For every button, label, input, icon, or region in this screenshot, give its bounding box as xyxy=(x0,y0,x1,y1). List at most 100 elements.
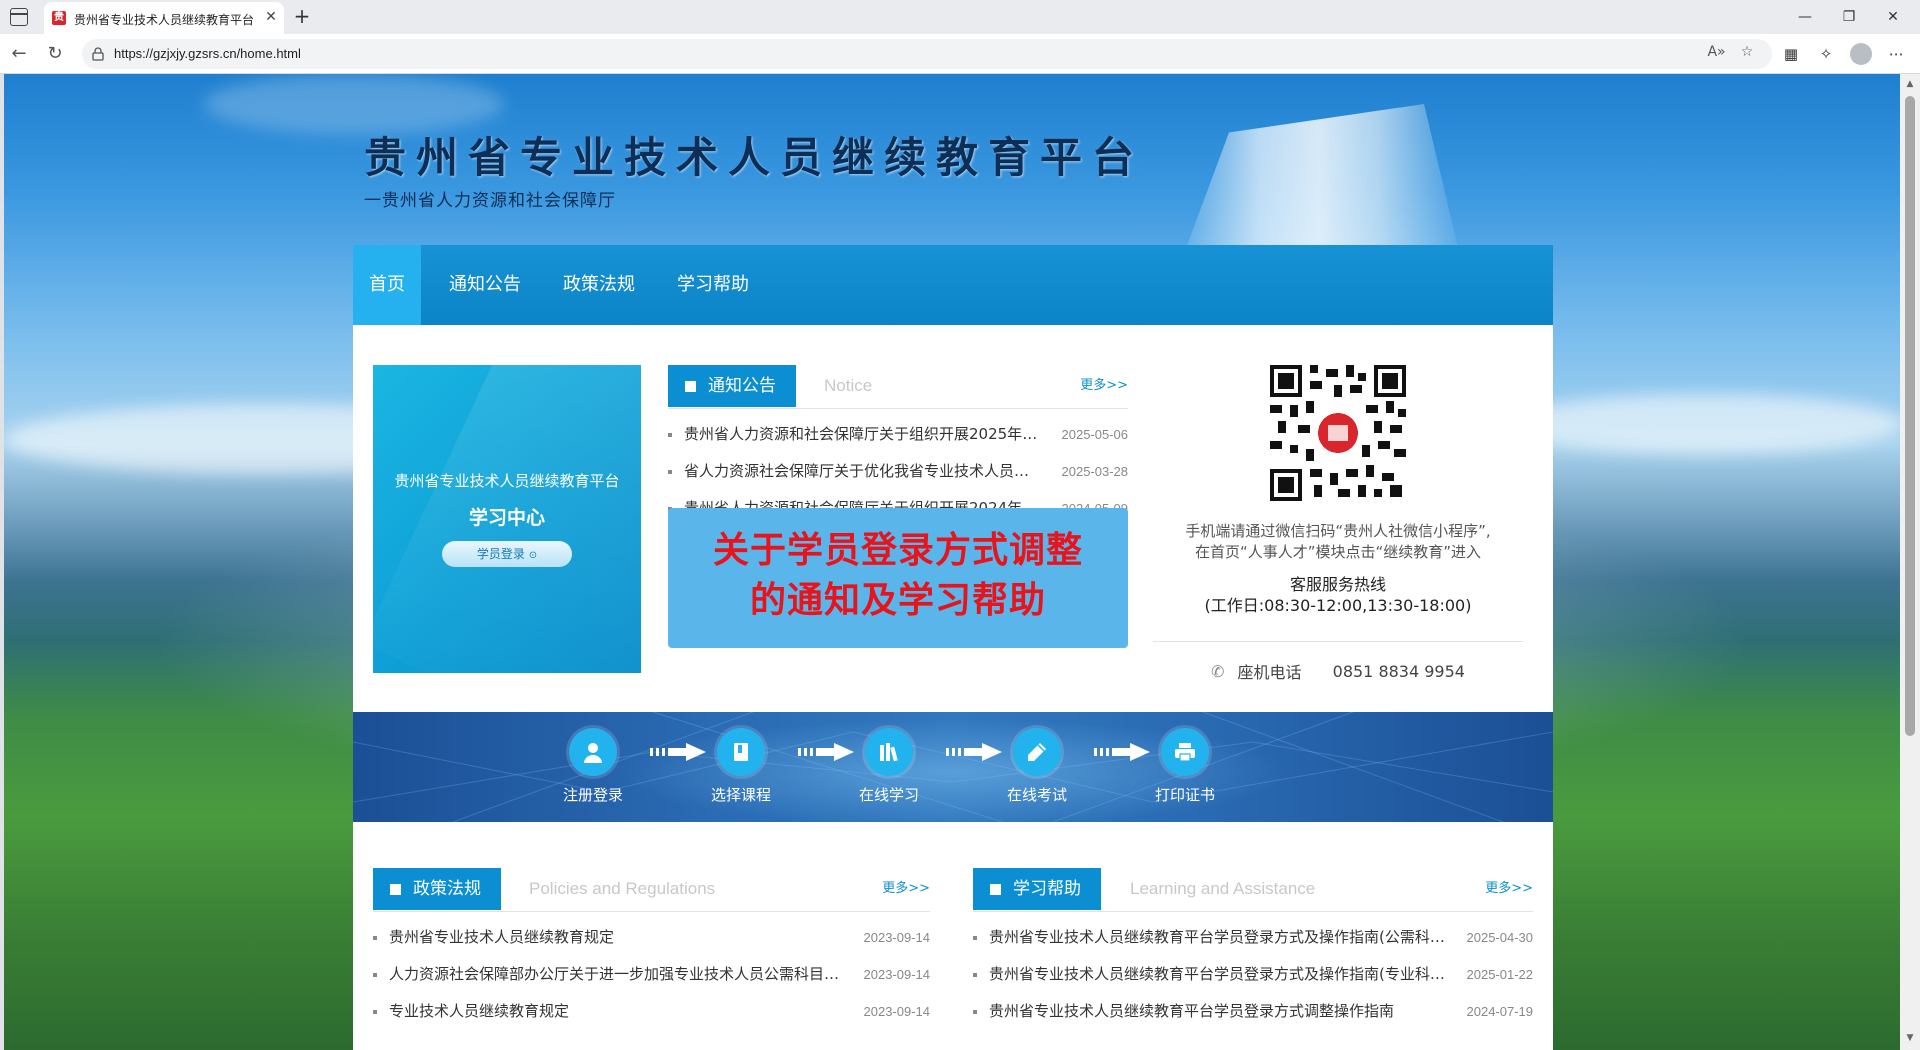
news-title[interactable]: 贵州省专业技术人员继续教育平台学员登录方式调整操作指南 xyxy=(989,993,1447,1030)
policy-english-label: Policies and Regulations xyxy=(529,879,716,898)
nav-help[interactable]: 学习帮助 xyxy=(665,245,761,325)
help-english-label: Learning and Assistance xyxy=(1130,879,1316,898)
url-text: https://gzjxjy.gzsrs.cn/home.html xyxy=(114,46,301,61)
banner-line-1: 关于学员登录方式调整 xyxy=(712,530,1083,571)
step-print-certificate[interactable]: 打印证书 xyxy=(1135,728,1235,805)
hotline-title: 客服服务热线 xyxy=(1289,575,1386,594)
page-scrollbar[interactable]: ▲ ▼ xyxy=(1900,74,1920,1050)
new-tab-icon[interactable]: + xyxy=(290,4,314,28)
restore-icon[interactable]: ❐ xyxy=(1834,6,1864,28)
address-bar: ← ↻ https://gzjxjy.gzsrs.cn/home.html A»… xyxy=(0,34,1920,74)
tab-title: 贵州省专业技术人员继续教育平台 xyxy=(74,13,254,27)
list-item[interactable]: 省人力资源社会保障厅关于优化我省专业技术人员继续教育公需科目学习的通知 2025… xyxy=(668,453,1128,490)
news-title[interactable]: 省人力资源社会保障厅关于优化我省专业技术人员继续教育公需科目学习的通知 xyxy=(684,453,1039,490)
notice-tab[interactable]: 通知公告 xyxy=(668,365,796,407)
news-title[interactable]: 贵州省专业技术人员继续教育规定 xyxy=(389,919,844,956)
student-login-label: 学员登录 xyxy=(476,547,525,561)
main-content: 贵州省专业技术人员继续教育平台 学习中心 学员登录 ⊙ 通知公告 Notice … xyxy=(353,325,1553,1050)
learning-center-card[interactable]: 贵州省专业技术人员继续教育平台 学习中心 学员登录 ⊙ xyxy=(373,365,641,673)
step-label: 打印证书 xyxy=(1154,786,1215,804)
sidebar-toggle-icon[interactable] xyxy=(10,8,28,26)
step-label: 在线考试 xyxy=(1006,786,1067,804)
divider xyxy=(1153,641,1523,642)
list-item[interactable]: 贵州省专业技术人员继续教育规定 2023-09-14 xyxy=(373,919,930,956)
hotline-hours: (工作日:08:30-12:00,13:30-18:00) xyxy=(1204,596,1472,615)
browser-tab[interactable]: 贵 贵州省专业技术人员继续教育平台 ✕ xyxy=(44,2,284,34)
help-header: 学习帮助 Learning and Assistance 更多>> xyxy=(973,868,1533,912)
profile-avatar[interactable] xyxy=(1850,43,1873,65)
collections-icon[interactable]: ▦ xyxy=(1776,42,1806,66)
window-close-icon[interactable]: ✕ xyxy=(1878,6,1908,28)
step-online-exam[interactable]: 在线考试 xyxy=(987,728,1087,805)
news-title[interactable]: 人力资源社会保障部办公厅关于进一步加强专业技术人员公需科目继续教育的通知 xyxy=(389,956,844,993)
list-item[interactable]: 贵州省人力资源和社会保障厅关于组织开展2025年度专业技术人员继续教育公需科目学… xyxy=(668,416,1128,453)
books-icon xyxy=(880,743,898,762)
nav-home[interactable]: 首页 xyxy=(353,245,421,325)
help-tab[interactable]: 学习帮助 xyxy=(973,868,1101,910)
news-date: 2023-09-14 xyxy=(863,930,931,945)
list-item[interactable]: 贵州省专业技术人员继续教育平台学员登录方式调整操作指南 2024-07-19 xyxy=(973,993,1533,1030)
student-login-button[interactable]: 学员登录 ⊙ xyxy=(442,541,572,567)
back-icon[interactable]: ← xyxy=(8,43,30,65)
news-title[interactable]: 专业技术人员继续教育规定 xyxy=(389,993,844,1030)
news-date: 2023-09-14 xyxy=(863,967,931,982)
process-steps-band: 注册登录 选择课程 在线学习 在线考试 打印证书 xyxy=(353,712,1553,822)
pencil-icon xyxy=(1028,743,1046,761)
close-tab-icon[interactable]: ✕ xyxy=(262,8,280,26)
scroll-up-icon[interactable]: ▲ xyxy=(1904,78,1916,90)
nav-notices[interactable]: 通知公告 xyxy=(437,245,533,325)
arrow-circle-icon: ⊙ xyxy=(528,550,538,561)
help-list: 贵州省专业技术人员继续教育平台学员登录方式及操作指南(公需科目) 2025-04… xyxy=(973,919,1533,1030)
policy-list: 贵州省专业技术人员继续教育规定 2023-09-14 人力资源社会保障部办公厅关… xyxy=(373,919,930,1030)
step-select-course[interactable]: 选择课程 xyxy=(691,728,791,805)
nav-policies[interactable]: 政策法规 xyxy=(551,245,647,325)
notice-more-link[interactable]: 更多>> xyxy=(1080,365,1128,407)
news-date: 2025-05-06 xyxy=(1061,427,1129,442)
help-more-link[interactable]: 更多>> xyxy=(1485,868,1533,910)
extensions-icon[interactable]: ✧ xyxy=(1811,42,1841,66)
cloud-decoration xyxy=(1504,394,1900,454)
learning-center-subtitle: 学习中心 xyxy=(468,507,545,529)
news-title[interactable]: 贵州省专业技术人员继续教育平台学员登录方式及操作指南(公需科目) xyxy=(989,919,1447,956)
news-date: 2025-01-22 xyxy=(1466,967,1534,982)
list-item[interactable]: 专业技术人员继续教育规定 2023-09-14 xyxy=(373,993,930,1030)
news-title[interactable]: 贵州省专业技术人员继续教育平台学员登录方式及操作指南(专业科目) xyxy=(989,956,1447,993)
step-label: 在线学习 xyxy=(858,786,919,804)
site-favicon-icon: 贵 xyxy=(52,11,66,25)
phone-label: 座机电话 xyxy=(1237,663,1302,682)
user-icon xyxy=(584,743,602,763)
login-change-banner[interactable]: 关于学员登录方式调整 的通知及学习帮助 xyxy=(668,508,1128,648)
news-title[interactable]: 贵州省人力资源和社会保障厅关于组织开展2025年度专业技术人员继续教育公需科目学… xyxy=(684,416,1039,453)
printer-icon xyxy=(1175,743,1195,762)
news-date: 2025-04-30 xyxy=(1466,930,1534,945)
policy-tab[interactable]: 政策法规 xyxy=(373,868,501,910)
page-viewport: 贵州省专业技术人员继续教育平台 一贵州省人力资源和社会保障厅 首页 通知公告 政… xyxy=(4,74,1900,1050)
hotline-info: 客服服务热线 (工作日:08:30-12:00,13:30-18:00) xyxy=(1148,574,1528,616)
browser-tab-bar: 贵 贵州省专业技术人员继续教育平台 ✕ + — ❐ ✕ xyxy=(0,0,1920,34)
list-item[interactable]: 贵州省专业技术人员继续教育平台学员登录方式及操作指南(专业科目) 2025-01… xyxy=(973,956,1533,993)
scroll-thumb[interactable] xyxy=(1905,96,1915,736)
more-menu-icon[interactable]: ⋯ xyxy=(1881,42,1911,66)
notice-header: 通知公告 Notice 更多>> xyxy=(668,365,1128,409)
refresh-icon[interactable]: ↻ xyxy=(44,43,66,65)
phone-icon: ✆ xyxy=(1211,661,1225,681)
phone-number: 0851 8834 9954 xyxy=(1332,661,1465,681)
step-label: 选择课程 xyxy=(710,786,771,804)
read-aloud-icon[interactable]: A» xyxy=(1704,44,1730,60)
list-item[interactable]: 人力资源社会保障部办公厅关于进一步加强专业技术人员公需科目继续教育的通知 202… xyxy=(373,956,930,993)
notice-english-label: Notice xyxy=(824,376,873,395)
step-online-study[interactable]: 在线学习 xyxy=(839,728,939,805)
minimize-icon[interactable]: — xyxy=(1790,6,1820,28)
list-item[interactable]: 贵州省专业技术人员继续教育平台学员登录方式及操作指南(公需科目) 2025-04… xyxy=(973,919,1533,956)
news-date: 2025-03-28 xyxy=(1061,464,1129,479)
wechat-qr-code xyxy=(1270,365,1406,501)
policy-header: 政策法规 Policies and Regulations 更多>> xyxy=(373,868,930,912)
url-field[interactable]: https://gzjxjy.gzsrs.cn/home.html A» ☆ xyxy=(82,39,1772,69)
site-subtitle: 一贵州省人力资源和社会保障厅 xyxy=(364,191,616,211)
tech-lines-decoration xyxy=(353,712,1553,822)
step-register-login[interactable]: 注册登录 xyxy=(543,728,643,805)
favorite-star-icon[interactable]: ☆ xyxy=(1734,44,1760,60)
scroll-down-icon[interactable]: ▼ xyxy=(1904,1032,1916,1044)
banner-line-2: 的通知及学习帮助 xyxy=(749,580,1046,621)
policy-more-link[interactable]: 更多>> xyxy=(882,868,930,910)
